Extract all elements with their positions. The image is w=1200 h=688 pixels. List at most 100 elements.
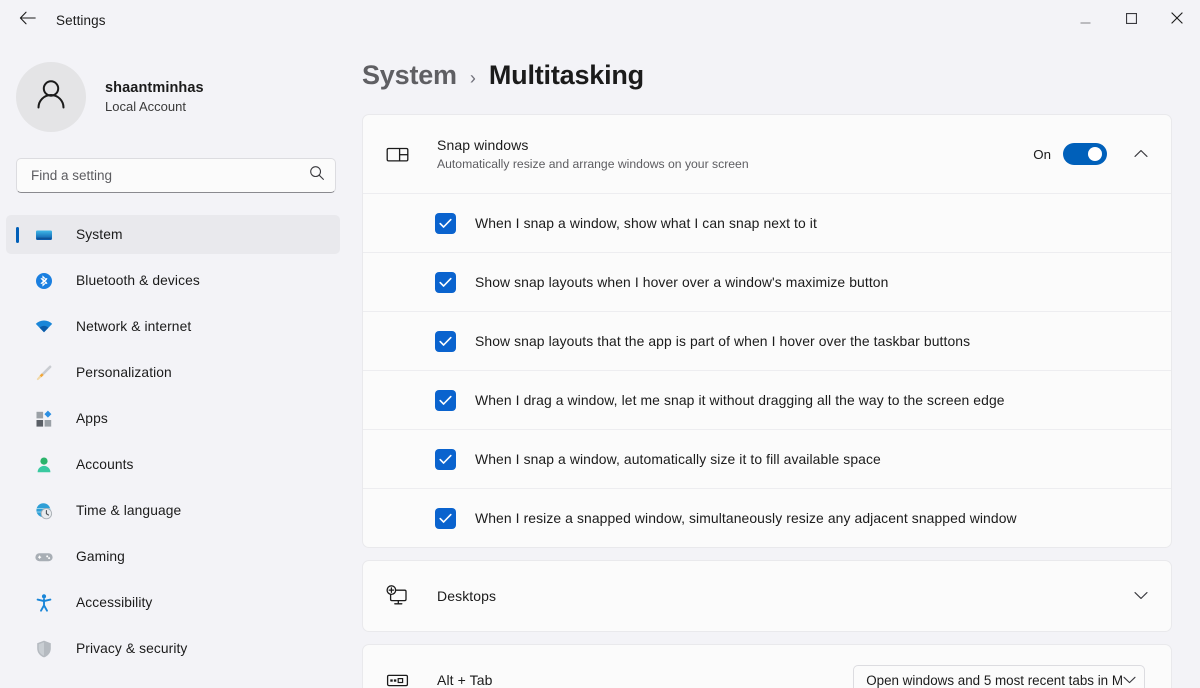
sidebar-item-apps[interactable]: Apps: [6, 399, 340, 438]
sidebar-item-privacy-security[interactable]: Privacy & security: [6, 629, 340, 668]
toggle-state-label: On: [1033, 147, 1051, 162]
checkbox-checked-icon[interactable]: [435, 390, 456, 411]
page-title: Multitasking: [489, 60, 644, 91]
back-arrow-icon: [19, 11, 36, 30]
person-avatar-icon: [30, 74, 72, 121]
alt-tab-text: Alt + Tab: [437, 672, 853, 688]
checkbox-checked-icon[interactable]: [435, 331, 456, 352]
alt-tab-title: Alt + Tab: [437, 672, 853, 688]
avatar: [16, 62, 86, 132]
snap-option-label: When I snap a window, show what I can sn…: [475, 215, 817, 231]
sidebar-item-system[interactable]: System: [6, 215, 340, 254]
wifi-icon: [34, 317, 54, 337]
breadcrumb-parent[interactable]: System: [362, 60, 457, 91]
snap-windows-toggle-area: On: [1033, 138, 1157, 170]
app-title: Settings: [56, 13, 106, 28]
sidebar-item-accessibility[interactable]: Accessibility: [6, 583, 340, 622]
desktops-text: Desktops: [437, 588, 1119, 604]
alt-tab-card: Alt + Tab Open windows and 5 most recent…: [362, 644, 1172, 688]
close-button[interactable]: [1154, 0, 1200, 40]
desktops-expand-button[interactable]: [1125, 580, 1157, 612]
checkbox-checked-icon[interactable]: [435, 272, 456, 293]
snap-option-row[interactable]: When I resize a snapped window, simultan…: [363, 488, 1171, 547]
paintbrush-icon: [34, 363, 54, 383]
snap-option-row[interactable]: When I drag a window, let me snap it wit…: [363, 370, 1171, 429]
chevron-down-icon: [1134, 587, 1148, 605]
checkbox-checked-icon[interactable]: [435, 213, 456, 234]
monitor-icon: [34, 225, 54, 245]
snap-option-row[interactable]: When I snap a window, show what I can sn…: [363, 193, 1171, 252]
sidebar-item-network-internet[interactable]: Network & internet: [6, 307, 340, 346]
snap-option-label: When I snap a window, automatically size…: [475, 451, 881, 467]
minimize-button[interactable]: [1062, 0, 1108, 40]
window-body: shaantminhas Local Account: [0, 40, 1200, 688]
back-button[interactable]: [10, 5, 44, 35]
title-bar: Settings: [0, 0, 1200, 40]
alt-tab-selected-option: Open windows and 5 most recent tabs in M: [866, 673, 1123, 688]
clock-globe-icon: [34, 501, 54, 521]
bluetooth-icon: [34, 271, 54, 291]
apps-icon: [34, 409, 54, 429]
checkbox-checked-icon[interactable]: [435, 449, 456, 470]
account-card[interactable]: shaantminhas Local Account: [0, 48, 352, 146]
sidebar-item-time-language[interactable]: Time & language: [6, 491, 340, 530]
sidebar-item-label: System: [76, 227, 123, 242]
sidebar-item-accounts[interactable]: Accounts: [6, 445, 340, 484]
snap-option-row[interactable]: Show snap layouts that the app is part o…: [363, 311, 1171, 370]
account-name: shaantminhas: [105, 79, 204, 97]
sidebar: shaantminhas Local Account: [0, 40, 352, 688]
sidebar-item-gaming[interactable]: Gaming: [6, 537, 340, 576]
breadcrumb-separator: ›: [470, 68, 476, 89]
sidebar-item-label: Bluetooth & devices: [76, 273, 200, 288]
shield-icon: [34, 639, 54, 659]
snap-option-label: Show snap layouts when I hover over a wi…: [475, 274, 888, 290]
sidebar-item-label: Gaming: [76, 549, 125, 564]
snap-windows-subtitle: Automatically resize and arrange windows…: [437, 157, 1033, 171]
desktop-add-icon: [383, 582, 411, 610]
search-icon[interactable]: [309, 165, 325, 186]
sidebar-item-label: Accounts: [76, 457, 134, 472]
account-text: shaantminhas Local Account: [105, 79, 204, 115]
snap-windows-header[interactable]: Snap windows Automatically resize and ar…: [363, 115, 1171, 193]
snap-windows-card: Snap windows Automatically resize and ar…: [362, 114, 1172, 548]
sidebar-item-personalization[interactable]: Personalization: [6, 353, 340, 392]
content-area: System › Multitasking Snap windows: [352, 40, 1200, 688]
window-controls: [1062, 0, 1200, 40]
desktops-card: Desktops: [362, 560, 1172, 632]
snap-option-label: When I resize a snapped window, simultan…: [475, 510, 1017, 526]
desktops-row[interactable]: Desktops: [363, 561, 1171, 631]
sidebar-item-label: Accessibility: [76, 595, 152, 610]
accessibility-person-icon: [34, 593, 54, 613]
sidebar-item-label: Network & internet: [76, 319, 191, 334]
sidebar-item-label: Apps: [76, 411, 108, 426]
snap-windows-expand-button[interactable]: [1125, 138, 1157, 170]
toggle-knob: [1088, 147, 1102, 161]
snap-option-label: When I drag a window, let me snap it wit…: [475, 392, 1005, 408]
maximize-button[interactable]: [1108, 0, 1154, 40]
snap-windows-toggle[interactable]: [1063, 143, 1107, 165]
settings-window: Settings: [0, 0, 1200, 688]
account-person-icon: [34, 455, 54, 475]
snap-windows-title: Snap windows: [437, 137, 1033, 153]
sidebar-item-bluetooth-devices[interactable]: Bluetooth & devices: [6, 261, 340, 300]
nav-list: System Bluetooth & devices: [0, 215, 352, 668]
alt-tab-icon: [383, 666, 411, 688]
search-box[interactable]: [16, 158, 336, 193]
close-icon: [1171, 11, 1183, 29]
account-type: Local Account: [105, 99, 204, 115]
snap-windows-text: Snap windows Automatically resize and ar…: [437, 137, 1033, 171]
alt-tab-row[interactable]: Alt + Tab Open windows and 5 most recent…: [363, 645, 1171, 688]
snap-option-label: Show snap layouts that the app is part o…: [475, 333, 970, 349]
search-input[interactable]: [31, 168, 309, 183]
desktops-title: Desktops: [437, 588, 1119, 604]
alt-tab-dropdown[interactable]: Open windows and 5 most recent tabs in M: [853, 665, 1145, 688]
sidebar-item-label: Time & language: [76, 503, 181, 518]
breadcrumb: System › Multitasking: [362, 40, 1172, 114]
chevron-up-icon: [1134, 145, 1148, 163]
snap-option-row[interactable]: Show snap layouts when I hover over a wi…: [363, 252, 1171, 311]
snap-option-row[interactable]: When I snap a window, automatically size…: [363, 429, 1171, 488]
minimize-icon: [1080, 11, 1091, 29]
checkbox-checked-icon[interactable]: [435, 508, 456, 529]
maximize-icon: [1126, 11, 1137, 29]
sidebar-item-label: Personalization: [76, 365, 172, 380]
